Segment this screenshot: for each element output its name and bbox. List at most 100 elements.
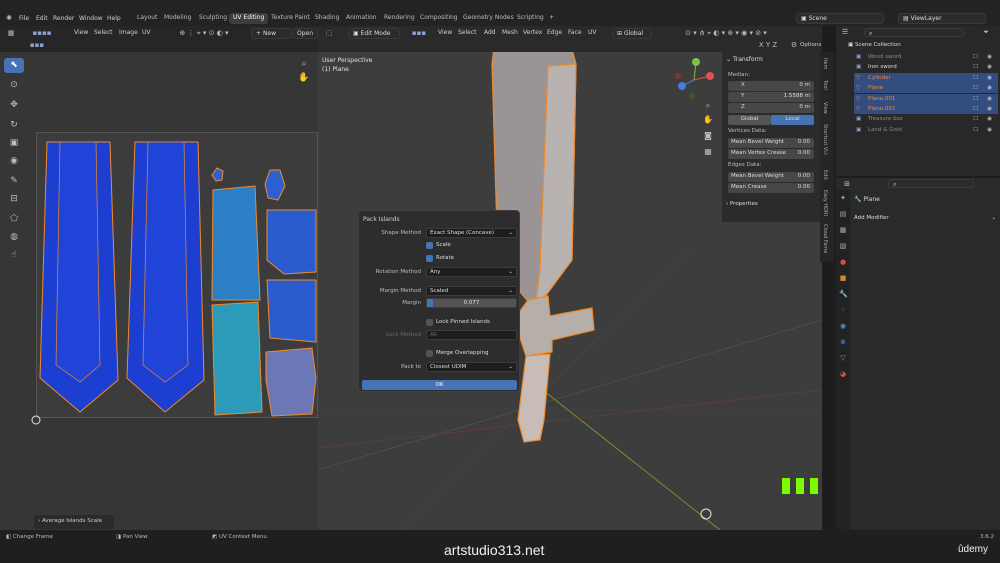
outliner-item[interactable]: ▽ Plane ◉ ☐ bbox=[854, 83, 998, 94]
lock-method-dropdown[interactable]: All bbox=[426, 330, 517, 340]
tab-modeling[interactable]: Modeling bbox=[160, 13, 195, 24]
scale-checkbox[interactable] bbox=[426, 242, 433, 249]
outliner-item[interactable]: ▣ Land & Gold ◉ ☐ bbox=[854, 125, 998, 135]
data-tab-icon[interactable]: ▽ bbox=[839, 354, 847, 362]
editor-type-icon[interactable]: ▦ bbox=[6, 29, 16, 37]
view-layer-tab-icon[interactable]: ▧ bbox=[839, 242, 847, 250]
outliner-item[interactable]: ▣ Wood sword ◉ ☐ bbox=[854, 52, 998, 62]
mode-selector[interactable]: ▣ Edit Mode bbox=[348, 28, 400, 39]
tab-animation[interactable]: Animation bbox=[342, 13, 381, 24]
menu-file[interactable]: File bbox=[19, 15, 29, 23]
tab-tool[interactable]: Tool bbox=[822, 80, 828, 90]
vp-menu-mesh[interactable]: Mesh bbox=[502, 29, 518, 37]
constraint-tab-icon[interactable]: ⊗ bbox=[839, 338, 847, 346]
properties-subpanel[interactable]: › Properties bbox=[726, 201, 758, 207]
uv-menu-select[interactable]: Select bbox=[94, 29, 113, 37]
properties-search-input[interactable]: ⌕ bbox=[888, 179, 974, 188]
tab-texture-paint[interactable]: Texture Paint bbox=[267, 13, 314, 24]
render-tab-icon[interactable]: ▤ bbox=[839, 210, 847, 218]
select-mode-icons[interactable]: ▪▪▪▪ bbox=[22, 29, 62, 37]
output-tab-icon[interactable]: ▦ bbox=[839, 226, 847, 234]
tab-shortcut[interactable]: Shortcut VU: bbox=[822, 124, 828, 156]
last-operator-panel[interactable]: › Average Islands Scale bbox=[34, 515, 114, 529]
eye-icon[interactable]: ◉ bbox=[987, 114, 992, 124]
ok-button[interactable]: OK bbox=[362, 380, 517, 390]
vp-menu-uv[interactable]: UV bbox=[588, 29, 597, 37]
eye-icon[interactable]: ◉ bbox=[987, 73, 992, 83]
new-image-button[interactable]: + New bbox=[251, 28, 291, 39]
tab-rendering[interactable]: Rendering bbox=[380, 13, 419, 24]
eye-icon[interactable]: ◉ bbox=[987, 52, 992, 62]
menu-help[interactable]: Help bbox=[107, 15, 121, 23]
outliner-item[interactable]: ▣ Iron sword ◉ ☐ bbox=[854, 62, 998, 72]
menu-edit[interactable]: Edit bbox=[36, 15, 48, 23]
lock-pinned-checkbox[interactable] bbox=[426, 319, 433, 326]
tab-scripting[interactable]: Scripting bbox=[513, 13, 548, 24]
local-toggle[interactable]: Local bbox=[771, 115, 814, 125]
tab-uv-editing[interactable]: UV Editing bbox=[229, 13, 269, 24]
vp-menu-vertex[interactable]: Vertex bbox=[523, 29, 542, 37]
blender-logo-icon[interactable]: ✺ bbox=[4, 14, 14, 22]
world-tab-icon[interactable]: ■ bbox=[839, 274, 847, 282]
viewport-header-tools-icons[interactable]: ⊙ ▾ ⋔ ⌖ ◐ ▾ ⊕ ▾ ◉ ▾ ⊘ ▾ bbox=[656, 29, 796, 37]
tab-edit[interactable]: Edit bbox=[822, 170, 828, 180]
tab-item[interactable]: Item bbox=[822, 58, 828, 69]
modifier-tab-icon[interactable]: 🔧 bbox=[839, 290, 848, 298]
vp-menu-view[interactable]: View bbox=[438, 29, 452, 37]
mirror-axis-buttons[interactable]: X Y Z bbox=[750, 41, 786, 49]
tab-sculpting[interactable]: Sculpting bbox=[195, 13, 231, 24]
margin-slider[interactable]: 0.077 bbox=[426, 298, 517, 308]
add-modifier-button[interactable]: Add Modifier bbox=[854, 215, 889, 221]
selectable-checkbox-icon[interactable]: ☐ bbox=[973, 73, 978, 83]
outliner-item[interactable]: ▽ Cylinder ◉ ☐ bbox=[854, 72, 998, 83]
outliner-item[interactable]: ▽ Plane.001 ◉ ☐ bbox=[854, 93, 998, 104]
uv-sync-icons[interactable]: ▪▪▪ bbox=[22, 41, 52, 49]
view-layer-selector[interactable]: ▤ ViewLayer bbox=[898, 13, 986, 24]
select-mode-vef-icons[interactable]: ▪▪▪ bbox=[404, 29, 434, 37]
vertex-bevel-field[interactable]: Mean Bevel Weight 0.00 bbox=[728, 138, 814, 148]
outliner-item[interactable]: ▣ Treasure box ◉ ☐ bbox=[854, 114, 998, 124]
vp-menu-edge[interactable]: Edge bbox=[547, 29, 562, 37]
tab-compositing[interactable]: Compositing bbox=[416, 13, 462, 24]
uv-pivot-snapping-icons[interactable]: ⊕ ⋮ ⌖ ▾ ⊙ ◐ ▾ bbox=[164, 29, 244, 37]
selectable-checkbox-icon[interactable]: ☐ bbox=[973, 83, 978, 93]
vp-zoom-icon[interactable]: ⌕ bbox=[702, 102, 714, 110]
margin-method-dropdown[interactable]: Scaled ⌄ bbox=[426, 286, 517, 296]
selectable-checkbox-icon[interactable]: ☐ bbox=[973, 114, 978, 124]
eye-icon[interactable]: ◉ bbox=[987, 83, 992, 93]
shape-method-dropdown[interactable]: Exact Shape (Concave) ⌄ bbox=[426, 228, 517, 238]
median-y-field[interactable]: Y 1.5588 m bbox=[728, 92, 814, 102]
selectable-checkbox-icon[interactable]: ☐ bbox=[973, 104, 978, 114]
vp-menu-select[interactable]: Select bbox=[458, 29, 477, 37]
axis-x-toggle[interactable]: X bbox=[759, 41, 764, 49]
material-tab-icon[interactable]: ◕ bbox=[839, 370, 847, 378]
navigation-gizmo[interactable] bbox=[672, 56, 718, 102]
eye-icon[interactable]: ◉ bbox=[987, 125, 992, 135]
axis-y-toggle[interactable]: Y bbox=[766, 41, 770, 49]
grid-view-icon[interactable]: ▦ bbox=[702, 148, 714, 156]
scene-tab-icon[interactable]: ● bbox=[839, 258, 847, 266]
tab-easy-hdri[interactable]: Easy HDRI bbox=[822, 190, 828, 216]
edge-crease-field[interactable]: Mean Crease 0.00 bbox=[728, 183, 814, 193]
eye-icon[interactable]: ◉ bbox=[987, 62, 992, 72]
pack-to-dropdown[interactable]: Closest UDIM ⌄ bbox=[426, 362, 517, 372]
physics-tab-icon[interactable]: ◉ bbox=[839, 322, 847, 330]
tab-cloud-fame[interactable]: Cloud Fame bbox=[822, 224, 828, 253]
tab-geometry-nodes[interactable]: Geometry Nodes bbox=[459, 13, 518, 24]
viewport-editor-icon[interactable]: ⬚ bbox=[324, 29, 334, 37]
menu-render[interactable]: Render bbox=[53, 15, 74, 23]
selectable-checkbox-icon[interactable]: ☐ bbox=[973, 62, 978, 72]
camera-icon[interactable]: ◙ bbox=[702, 132, 714, 140]
selectable-checkbox-icon[interactable]: ☐ bbox=[973, 94, 978, 104]
median-x-field[interactable]: X 0 m bbox=[728, 81, 814, 91]
selectable-checkbox-icon[interactable]: ☐ bbox=[973, 52, 978, 62]
tab-view[interactable]: View bbox=[822, 102, 828, 114]
properties-editor-icon[interactable]: ⊞ bbox=[840, 180, 854, 188]
orientation-selector[interactable]: ⊞ Global bbox=[612, 28, 652, 39]
outliner-item[interactable]: ▽ Plane.002 ◉ ☐ bbox=[854, 104, 998, 114]
eye-icon[interactable]: ◉ bbox=[987, 104, 992, 114]
menu-window[interactable]: Window bbox=[79, 15, 103, 23]
rotation-method-dropdown[interactable]: Any ⌄ bbox=[426, 267, 517, 277]
vertex-crease-field[interactable]: Mean Vertex Crease 0.00 bbox=[728, 149, 814, 159]
vp-hand-icon[interactable]: ✋ bbox=[702, 116, 714, 124]
